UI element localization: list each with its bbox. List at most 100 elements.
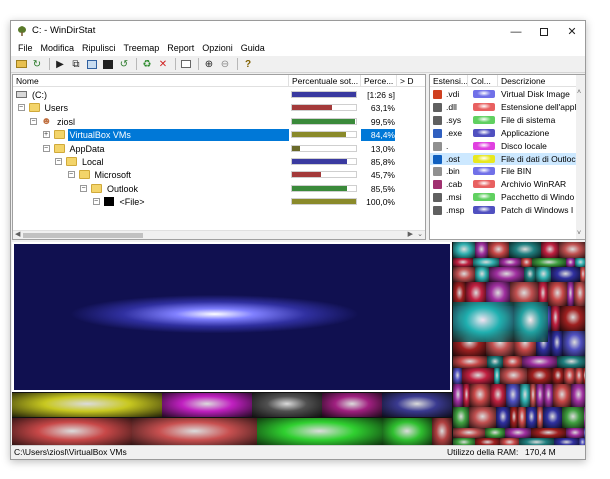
treemap-cell[interactable]	[505, 428, 531, 438]
column-header-subtree-percent[interactable]: Percentuale sot...	[289, 75, 361, 87]
treemap-cell[interactable]	[382, 418, 432, 447]
collapse-icon[interactable]: −	[80, 184, 87, 192]
collapse-icon[interactable]: −	[42, 144, 50, 152]
expand-icon[interactable]: +	[42, 131, 50, 139]
menu-modifica[interactable]: Modifica	[37, 42, 79, 56]
treemap-cell[interactable]	[564, 368, 575, 384]
collapse-icon[interactable]: −	[92, 198, 100, 206]
treemap-cell[interactable]	[132, 418, 257, 447]
tree-row[interactable]: − ☻ ziosl 99,5%	[13, 115, 413, 128]
treemap-cell[interactable]	[322, 393, 382, 417]
title-bar[interactable]: C: - WinDirStat — ✕	[11, 21, 585, 42]
treemap-cell[interactable]	[462, 368, 494, 384]
column-header-extension[interactable]: Estensi...	[430, 75, 468, 87]
extension-row[interactable]: .exe Applicazione	[430, 127, 578, 139]
tree-row[interactable]: − Local 85,8%	[13, 155, 413, 168]
treemap-cell[interactable]	[487, 356, 503, 368]
treemap-cell[interactable]	[453, 356, 487, 368]
extension-row[interactable]: .sys File di sistema	[430, 114, 578, 126]
treemap-cell[interactable]	[453, 267, 475, 282]
treemap[interactable]	[12, 242, 585, 447]
treemap-cell[interactable]	[453, 258, 473, 267]
treemap-cell[interactable]	[470, 384, 490, 407]
tree-row[interactable]: − AppData 13,0%	[13, 142, 413, 155]
menu-guida[interactable]: Guida	[237, 42, 269, 56]
column-header-name[interactable]: Nome	[13, 75, 289, 87]
treemap-cell[interactable]	[574, 282, 585, 306]
collapse-icon[interactable]: −	[67, 171, 75, 179]
treemap-cell[interactable]	[453, 407, 469, 428]
menu-treemap[interactable]: Treemap	[120, 42, 164, 56]
open-button[interactable]	[14, 57, 28, 71]
treemap-cell[interactable]	[513, 302, 548, 342]
tree-row[interactable]: (C:) [1:26 s]	[13, 88, 413, 101]
treemap-cell[interactable]	[473, 258, 499, 267]
scroll-down-icon[interactable]: ˅	[577, 230, 581, 237]
play-button[interactable]: ▶	[53, 57, 67, 71]
treemap-cell[interactable]	[583, 368, 585, 384]
tree-row[interactable]: − Users 63,1%	[13, 101, 413, 114]
zoom-out-button[interactable]: ⊖	[218, 57, 232, 71]
menu-report[interactable]: Report	[163, 42, 198, 56]
treemap-cell[interactable]	[490, 384, 506, 407]
menu-opzioni[interactable]: Opzioni	[198, 42, 237, 56]
extension-row[interactable]: .vdi Virtual Disk Image	[430, 88, 578, 100]
collapse-icon[interactable]: −	[55, 158, 62, 165]
treemap-cell[interactable]	[12, 418, 132, 447]
treemap-cell[interactable]	[12, 242, 452, 392]
scroll-right-icon[interactable]: ▶	[408, 230, 413, 238]
treemap-cell[interactable]	[543, 407, 562, 428]
treemap-cell[interactable]	[252, 393, 322, 417]
treemap-cell[interactable]	[527, 368, 552, 384]
treemap-cell[interactable]	[520, 384, 530, 407]
treemap-cell[interactable]	[521, 258, 532, 267]
refresh-all-button[interactable]: ↻	[30, 57, 44, 71]
extension-row[interactable]: .cab Archivio WinRAR	[430, 178, 578, 190]
treemap-cell[interactable]	[584, 407, 585, 428]
extension-row[interactable]: .msp Patch di Windows I	[430, 204, 578, 216]
treemap-cell[interactable]	[526, 407, 537, 428]
treemap-cell[interactable]	[509, 242, 541, 258]
extension-row[interactable]: . Disco locale	[430, 140, 578, 152]
column-header-more[interactable]: > D	[397, 75, 425, 87]
treemap-cell[interactable]	[584, 428, 585, 438]
extension-row[interactable]: .ost File di dati di Outloc	[430, 152, 578, 165]
extension-row[interactable]: .bin File BIN	[430, 165, 578, 177]
scroll-down-icon[interactable]: ⌄	[417, 230, 423, 238]
close-button[interactable]: ✕	[558, 21, 585, 42]
treemap-cell[interactable]	[488, 242, 509, 258]
treemap-cell[interactable]	[463, 384, 470, 407]
treemap-cell[interactable]	[551, 267, 580, 282]
collapse-icon[interactable]: −	[17, 104, 25, 112]
treemap-cell[interactable]	[560, 306, 585, 331]
tree-row[interactable]: − Microsoft 45,7%	[13, 168, 413, 181]
refresh-selected-button[interactable]: ↺	[117, 57, 131, 71]
treemap-cell[interactable]	[566, 428, 584, 438]
treemap-cell[interactable]	[503, 356, 522, 368]
extension-row[interactable]: .msi Pacchetto di Windo	[430, 191, 578, 203]
directory-tree[interactable]: Nome Percentuale sot... Perce... > D (C:…	[12, 74, 426, 240]
treemap-cell[interactable]	[496, 407, 510, 428]
copy-path-button[interactable]: ⧉	[69, 57, 83, 71]
treemap-cell[interactable]	[536, 384, 544, 407]
help-button[interactable]: ?	[241, 57, 255, 71]
treemap-cell[interactable]	[499, 258, 521, 267]
tree-horizontal-scrollbar[interactable]: ◀ ▶ ⌄	[13, 230, 425, 239]
treemap-cell[interactable]	[432, 418, 452, 447]
treemap-cell[interactable]	[453, 302, 513, 342]
maximize-button[interactable]	[530, 21, 558, 42]
extension-list[interactable]: Estensi... Col... Descrizione .vdi Virtua…	[429, 74, 585, 240]
treemap-cell[interactable]	[536, 267, 551, 282]
treemap-cell[interactable]	[518, 407, 526, 428]
treemap-cell[interactable]	[453, 384, 463, 407]
treemap-cell[interactable]	[489, 267, 524, 282]
treemap-cell[interactable]	[551, 331, 563, 356]
treemap-cell[interactable]	[506, 384, 520, 407]
treemap-cell[interactable]	[544, 384, 553, 407]
treemap-cell[interactable]	[532, 258, 566, 267]
treemap-cell[interactable]	[531, 428, 566, 438]
treemap-cell[interactable]	[559, 242, 585, 258]
treemap-cell[interactable]	[571, 384, 585, 407]
command-prompt-button[interactable]	[101, 57, 115, 71]
treemap-cell[interactable]	[500, 368, 527, 384]
